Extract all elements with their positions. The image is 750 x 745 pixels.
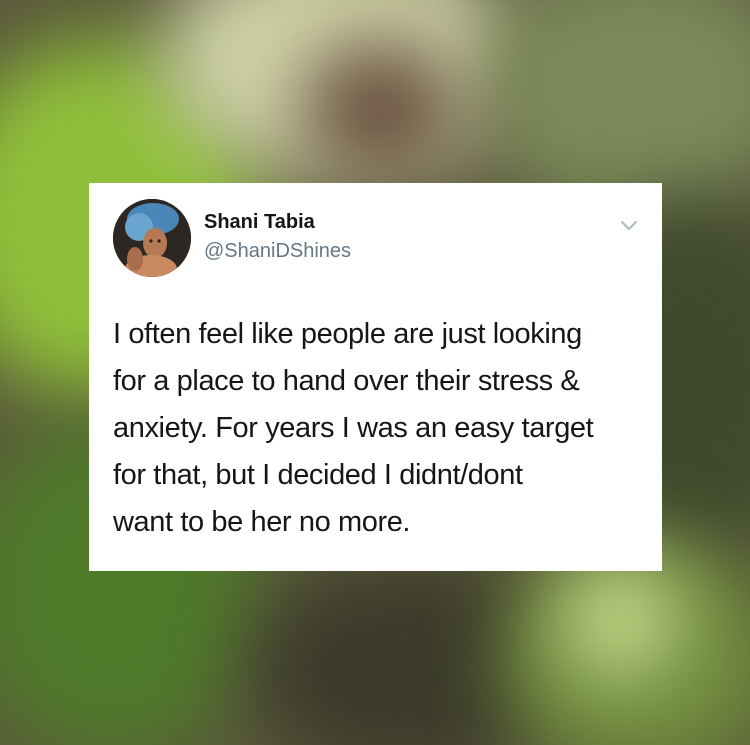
tweet-text-line: for a place to hand over their stress & — [113, 365, 580, 397]
tweet-card: Shani Tabia @ShaniDShines I often feel l… — [89, 183, 662, 571]
display-name[interactable]: Shani Tabia — [204, 211, 315, 234]
tweet-text-line: I often feel like people are just lookin… — [113, 318, 582, 350]
tweet-text-line: want to be her no more. — [113, 506, 411, 538]
tweet-text: I often feel like people are just lookin… — [113, 311, 643, 546]
tweet-text-line: for that, but I decided I didnt/dont — [113, 459, 523, 491]
tweet-text-line: anxiety. For years I was an easy target — [113, 412, 594, 444]
chevron-down-icon[interactable] — [619, 219, 639, 233]
avatar[interactable] — [113, 199, 191, 277]
user-handle[interactable]: @ShaniDShines — [204, 240, 351, 263]
profile-photo-icon — [113, 199, 191, 277]
